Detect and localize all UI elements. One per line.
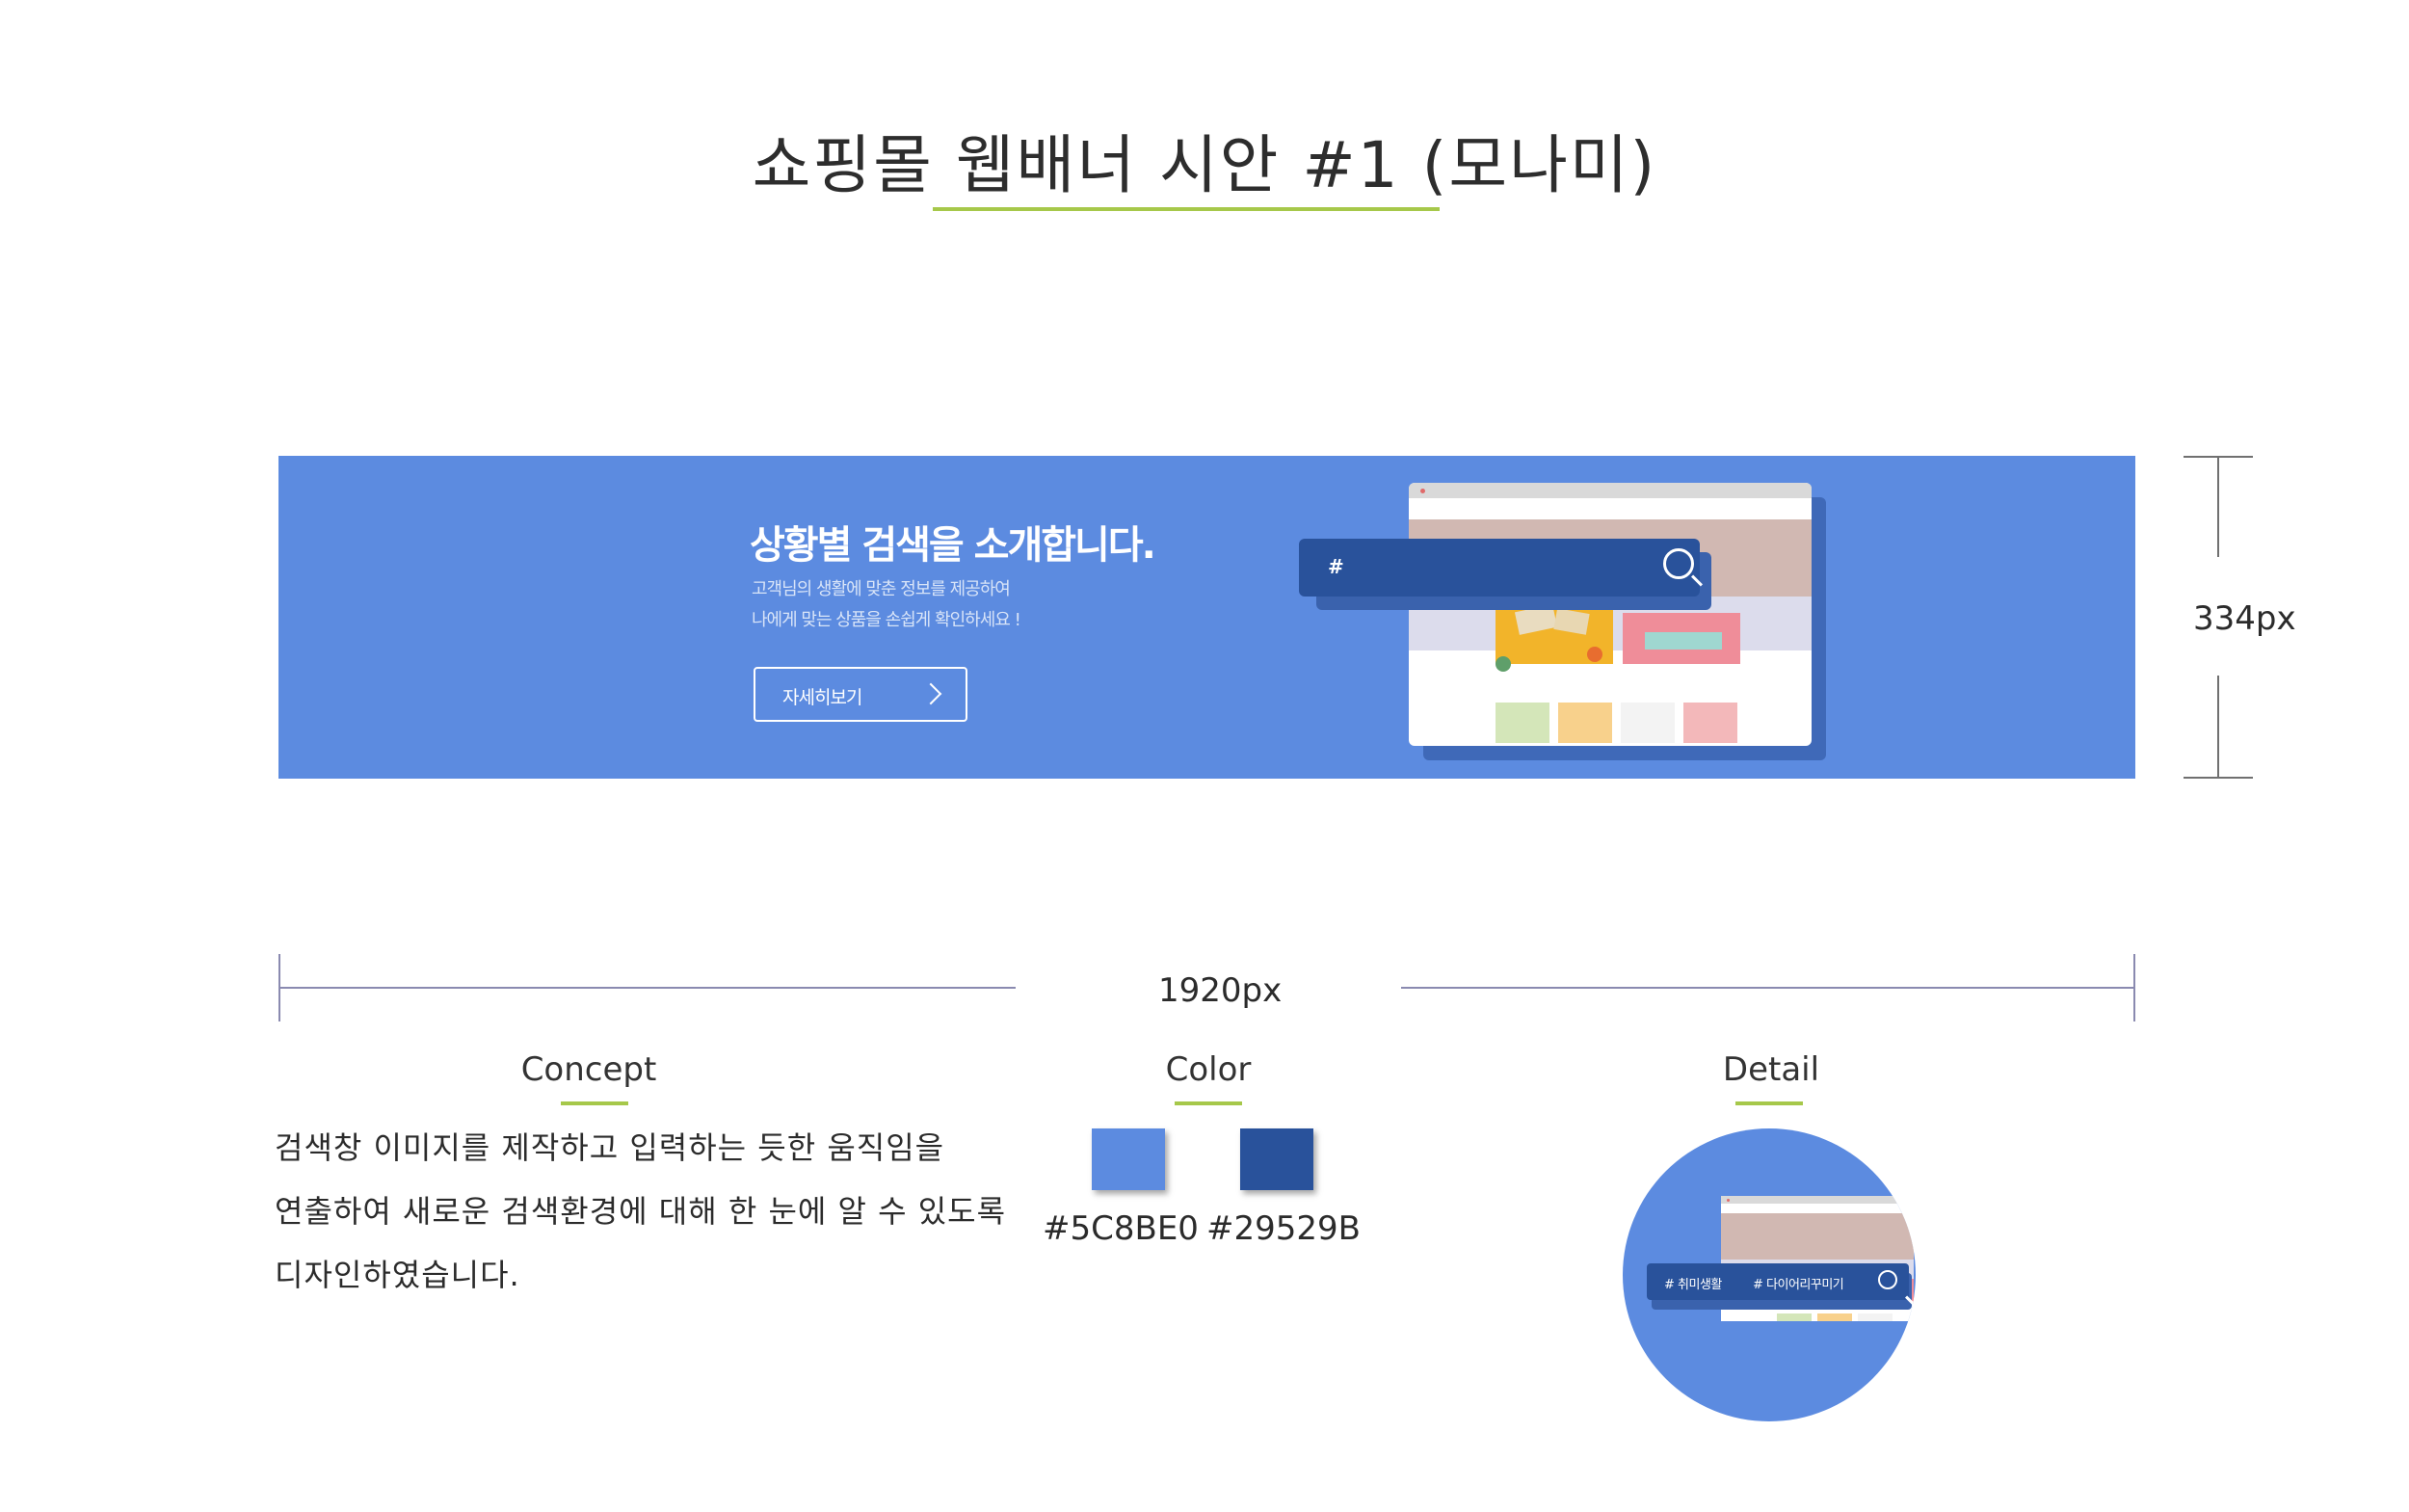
banner-subtitle-line1: 고객님의 생활에 맞춘 정보를 제공하여: [752, 579, 1011, 599]
chevron-right-icon: [919, 682, 942, 705]
orange-dot-illustration: [1587, 647, 1602, 662]
width-measure-line-right: [1401, 987, 2135, 989]
concept-heading: Concept: [520, 1050, 657, 1089]
green-dot-illustration: [1496, 656, 1511, 672]
width-measure-right-cap: [2133, 954, 2135, 1021]
detail-thumb-orange: [1817, 1313, 1852, 1321]
concept-text-line1: 검색창 이미지를 제작하고 입력하는 듯한 움직임을: [275, 1129, 945, 1166]
search-hash: #: [1328, 555, 1344, 578]
color-heading: Color: [1165, 1050, 1252, 1089]
product-thumb-pink: [1683, 703, 1737, 743]
detail-zoom-circle: # 취미생활 # 다이어리꾸미기: [1623, 1128, 1916, 1421]
search-bar-illustration: #: [1299, 539, 1700, 597]
concept-underline: [561, 1101, 628, 1105]
detail-browser-title-bar: [1721, 1196, 1914, 1204]
search-icon: [1878, 1270, 1897, 1289]
detail-hashtag-hobby: # 취미생활: [1664, 1278, 1722, 1292]
teal-strip-illustration: [1645, 632, 1722, 650]
height-measure-line-top: [2217, 456, 2219, 557]
window-dot-icon: [1727, 1199, 1730, 1202]
detail-hero-block: [1721, 1213, 1914, 1260]
search-icon: [1663, 548, 1694, 579]
web-banner: 상황별 검색을 소개합니다. 고객님의 생활에 맞춘 정보를 제공하여 나에게 …: [278, 456, 2135, 779]
title-underline: [933, 207, 1440, 211]
detail-thumb-green: [1777, 1313, 1812, 1321]
product-thumb-white: [1621, 703, 1675, 743]
detail-search-bar: # 취미생활 # 다이어리꾸미기: [1647, 1263, 1909, 1300]
view-details-label: 자세히보기: [782, 687, 862, 708]
banner-subtitle-line2: 나에게 맞는 상품을 손쉽게 확인하세요 !: [752, 610, 1021, 630]
height-label: 334px: [2193, 599, 2296, 638]
browser-title-bar: [1409, 483, 1812, 498]
width-label: 1920px: [1158, 971, 1283, 1010]
banner-heading: 상황별 검색을 소개합니다.: [750, 523, 1156, 568]
concept-text-line3: 디자인하였습니다.: [275, 1257, 520, 1293]
color-underline: [1175, 1101, 1242, 1105]
detail-thumb-white: [1858, 1313, 1893, 1321]
height-measure-bottom-cap: [2184, 777, 2253, 779]
color-swatch-label-1: #5C8BE0: [1043, 1209, 1199, 1248]
page-title: 쇼핑몰 웹배너 시안 #1 (모나미): [752, 128, 1657, 202]
color-swatch-navy: [1240, 1128, 1313, 1190]
product-thumb-green: [1496, 703, 1549, 743]
detail-hashtag-diary: # 다이어리꾸미기: [1753, 1278, 1844, 1292]
window-dot-icon: [1420, 489, 1425, 493]
color-swatch-light-blue: [1092, 1128, 1165, 1190]
detail-underline: [1735, 1101, 1803, 1105]
detail-heading: Detail: [1722, 1050, 1820, 1089]
height-measure-line-bottom: [2217, 676, 2219, 779]
product-thumb-orange: [1558, 703, 1612, 743]
browser-window-illustration: [1409, 483, 1812, 746]
width-measure-line-left: [278, 987, 1016, 989]
view-details-button[interactable]: 자세히보기: [754, 667, 967, 722]
concept-text-line2: 연출하여 새로운 검색환경에 대해 한 눈에 알 수 있도록: [275, 1193, 1007, 1230]
color-swatch-label-2: #29529B: [1206, 1209, 1361, 1248]
